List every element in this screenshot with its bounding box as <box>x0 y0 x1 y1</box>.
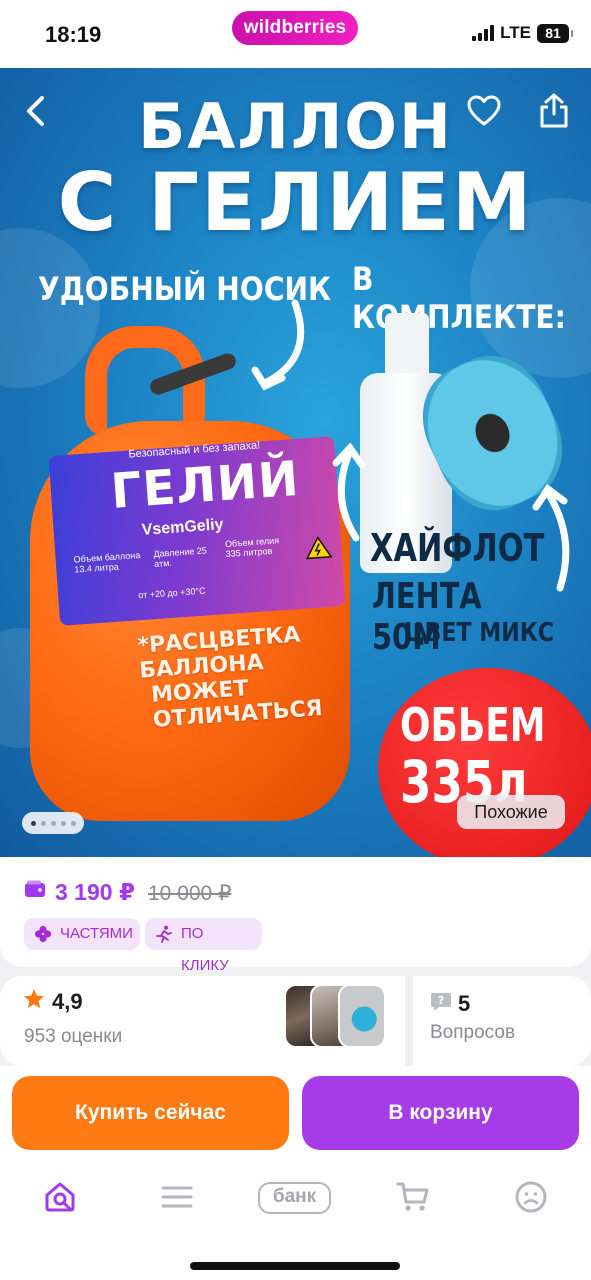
svg-text:?: ? <box>438 994 444 1007</box>
curved-arrow-icon <box>332 443 366 542</box>
buy-now-button[interactable]: Купить сейчас <box>12 1076 289 1150</box>
questions-count[interactable]: 5 <box>458 991 470 1017</box>
rating-card: 4,9 953 оценки ? 5 Вопросов <box>0 976 591 1066</box>
cylinder-label: Безопасный и без запаха! ГЕЛИЙ VsemGeliy… <box>48 436 346 626</box>
price-card: 3 190 ₽ 10 000 ₽ ЧАСТЯМИ ПО КЛИКУ <box>0 857 591 974</box>
wildberries-logo[interactable]: wildberries <box>232 11 358 45</box>
image-title-line1: БАЛЛОН <box>138 90 453 163</box>
question-bubble-icon: ? <box>431 993 451 1011</box>
hi-float-pump <box>385 313 429 375</box>
action-bar: Купить сейчас В корзину <box>0 1066 591 1166</box>
signal-icon <box>472 25 495 41</box>
home-search-icon[interactable] <box>43 1180 77 1214</box>
add-to-cart-button[interactable]: В корзину <box>302 1076 579 1150</box>
back-arrow-icon[interactable] <box>22 94 50 128</box>
bank-tab[interactable]: банк <box>258 1182 331 1214</box>
review-photo[interactable] <box>338 984 386 1048</box>
status-indicators: LTE 81 <box>472 23 573 43</box>
bottom-navigation: банк <box>0 1166 591 1280</box>
network-label: LTE <box>500 23 531 42</box>
cylinder-label-title: ГЕЛИЙ <box>109 450 302 520</box>
heart-icon[interactable] <box>466 94 502 128</box>
wallet-icon <box>25 880 45 897</box>
review-photos[interactable] <box>280 984 390 1050</box>
carousel-dot <box>40 820 46 826</box>
carousel-dot <box>60 820 66 826</box>
cylinder-spec: Объем баллона 13.4 литра <box>73 550 141 575</box>
image-title-line2: С ГЕЛИЕМ <box>57 156 534 249</box>
questions-label[interactable]: Вопросов <box>430 1022 515 1044</box>
cylinder-brand: VsemGeliy <box>141 516 225 539</box>
volume-badge-line1: ОБЬЕМ <box>400 698 546 752</box>
cylinder-spec: Давление 25 атм. <box>153 545 208 570</box>
carousel-dot <box>70 820 76 826</box>
installment-chip[interactable]: ЧАСТЯМИ <box>24 918 140 950</box>
cylinder-temp: от +20 до +30°С <box>137 585 206 601</box>
rating-value[interactable]: 4,9 <box>52 989 83 1015</box>
carousel-pagination <box>22 812 84 834</box>
kit-item-hifloat: ХАЙФЛОТ <box>370 526 545 570</box>
product-image-carousel[interactable]: БАЛЛОН С ГЕЛИЕМ УДОБНЫЙ НОСИК В КОМПЛЕКТ… <box>0 68 591 857</box>
profile-icon[interactable] <box>514 1180 548 1214</box>
current-price: 3 190 ₽ <box>55 879 135 905</box>
battery-icon: 81 <box>537 23 573 43</box>
home-indicator <box>190 1262 400 1270</box>
cart-icon[interactable] <box>396 1180 430 1214</box>
running-man-icon <box>156 925 172 943</box>
old-price: 10 000 ₽ <box>148 882 232 905</box>
similar-products-button[interactable]: Похожие <box>457 795 565 829</box>
carousel-dot <box>50 820 56 826</box>
share-icon[interactable] <box>538 92 570 130</box>
cylinder-spec: Объем гелия 335 литров <box>224 535 280 560</box>
helium-cylinder: Безопасный и без запаха! ГЕЛИЙ VsemGeliy… <box>30 326 360 826</box>
color-note: *РАСЦВЕТКА БАЛЛОНА МОЖЕТ ОТЛИЧАТЬСЯ <box>137 618 363 733</box>
status-time: 18:19 <box>45 22 102 47</box>
catalog-menu-icon[interactable] <box>160 1180 194 1214</box>
rating-count[interactable]: 953 оценки <box>24 1026 122 1048</box>
kit-item-color: ЦВЕТ МИКС <box>404 618 554 648</box>
star-icon <box>24 989 44 1008</box>
installment-chip-label: ЧАСТЯМИ <box>60 925 133 942</box>
clover-icon <box>34 925 52 943</box>
status-bar: 18:19 wildberries LTE 81 <box>0 0 591 68</box>
carousel-dot <box>30 820 36 826</box>
one-click-chip[interactable]: ПО КЛИКУ <box>145 918 262 974</box>
divider <box>405 976 413 1066</box>
one-click-chip-label: ПО КЛИКУ <box>181 925 229 974</box>
